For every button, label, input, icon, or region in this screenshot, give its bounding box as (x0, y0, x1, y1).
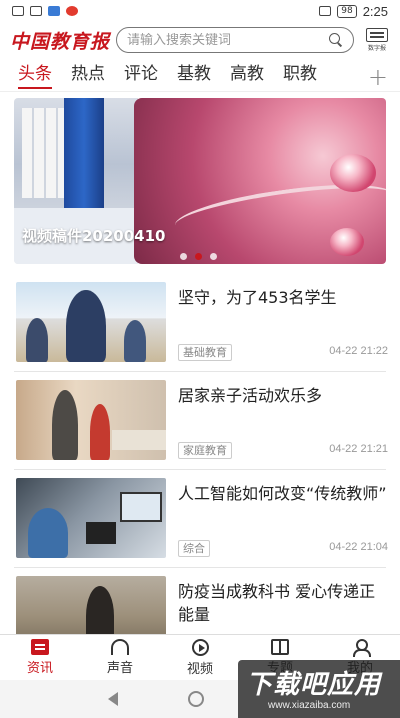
clock: 2:25 (362, 3, 388, 19)
carousel-dot (180, 253, 187, 260)
news-time: 04-22 21:04 (329, 541, 388, 553)
nav-label: 声音 (106, 661, 133, 676)
nav-voice[interactable]: 声音 (80, 635, 160, 680)
nav-news[interactable]: 资讯 (0, 635, 80, 680)
carousel-dot-active (195, 253, 202, 260)
battery-icon: 98 (337, 4, 357, 18)
status-bar: 98 2:25 (0, 0, 400, 22)
sim-icon (12, 6, 24, 16)
news-category-tag: 基础教育 (178, 344, 232, 361)
news-title: 人工智能如何改变“传统教师” (178, 484, 387, 503)
news-title: 居家亲子活动欢乐多 (178, 386, 323, 405)
news-time: 04-22 21:21 (329, 443, 388, 455)
carousel-dot (210, 253, 217, 260)
newspaper-icon (366, 28, 388, 42)
nav-label: 资讯 (26, 661, 53, 676)
home-icon[interactable] (188, 691, 204, 707)
banner-title: 视频稿件20200410 (22, 227, 166, 245)
news-icon (31, 639, 49, 655)
banner-carousel[interactable]: 视频稿件20200410 (14, 98, 386, 264)
news-time: 04-22 21:22 (329, 345, 388, 357)
banner-image-current (134, 98, 386, 264)
search-box[interactable] (116, 27, 354, 53)
news-thumbnail (16, 380, 166, 460)
nav-video[interactable]: 视频 (160, 635, 240, 680)
app-header: 中国教育报 数字报 (0, 24, 400, 56)
app-notification-icon (48, 6, 60, 16)
watermark: 下载吧应用 www.xiazaiba.com (238, 660, 400, 718)
add-channel-icon[interactable]: + (368, 63, 388, 91)
news-thumbnail (16, 478, 166, 558)
app-notification-icon (66, 6, 78, 16)
headphones-icon (111, 639, 129, 655)
user-icon (353, 639, 371, 657)
tab-higher-edu[interactable]: 高教 (230, 60, 264, 92)
divider (14, 469, 386, 470)
watermark-title: 下载吧应用 (246, 670, 382, 700)
tab-headline[interactable]: 头条 (18, 60, 52, 92)
digital-paper-button[interactable]: 数字报 (364, 28, 390, 52)
news-category-tag: 家庭教育 (178, 442, 232, 459)
news-item[interactable]: 坚守，为了453名学生 基础教育 04-22 21:22 (14, 282, 388, 368)
book-icon (271, 639, 289, 655)
news-thumbnail (16, 282, 166, 362)
tab-vocational-edu[interactable]: 职教 (283, 60, 317, 92)
channel-tabs: 头条 热点 评论 基教 高教 职教 + (0, 60, 400, 92)
search-icon[interactable] (329, 33, 343, 47)
play-icon (191, 638, 209, 656)
tab-hot[interactable]: 热点 (71, 60, 105, 92)
news-item[interactable]: 居家亲子活动欢乐多 家庭教育 04-22 21:21 (14, 380, 388, 466)
watermark-url: www.xiazaiba.com (268, 700, 351, 711)
news-title: 坚守，为了453名学生 (178, 288, 337, 307)
wifi-icon (30, 6, 42, 16)
carousel-indicator (180, 253, 217, 260)
app-logo: 中国教育报 (10, 30, 111, 53)
tab-basic-edu[interactable]: 基教 (177, 60, 211, 92)
news-title: 防疫当成教科书 爱心传递正能量 (178, 582, 376, 624)
back-icon[interactable] (108, 692, 118, 706)
nav-label: 视频 (186, 661, 213, 677)
search-input[interactable] (127, 32, 329, 48)
divider (14, 371, 386, 372)
news-category-tag: 综合 (178, 540, 210, 557)
paper-label: 数字报 (367, 45, 386, 52)
vibrate-icon (319, 6, 332, 16)
tab-comment[interactable]: 评论 (124, 60, 158, 92)
news-item[interactable]: 人工智能如何改变“传统教师” 综合 04-22 21:04 (14, 478, 388, 564)
divider (14, 567, 386, 568)
